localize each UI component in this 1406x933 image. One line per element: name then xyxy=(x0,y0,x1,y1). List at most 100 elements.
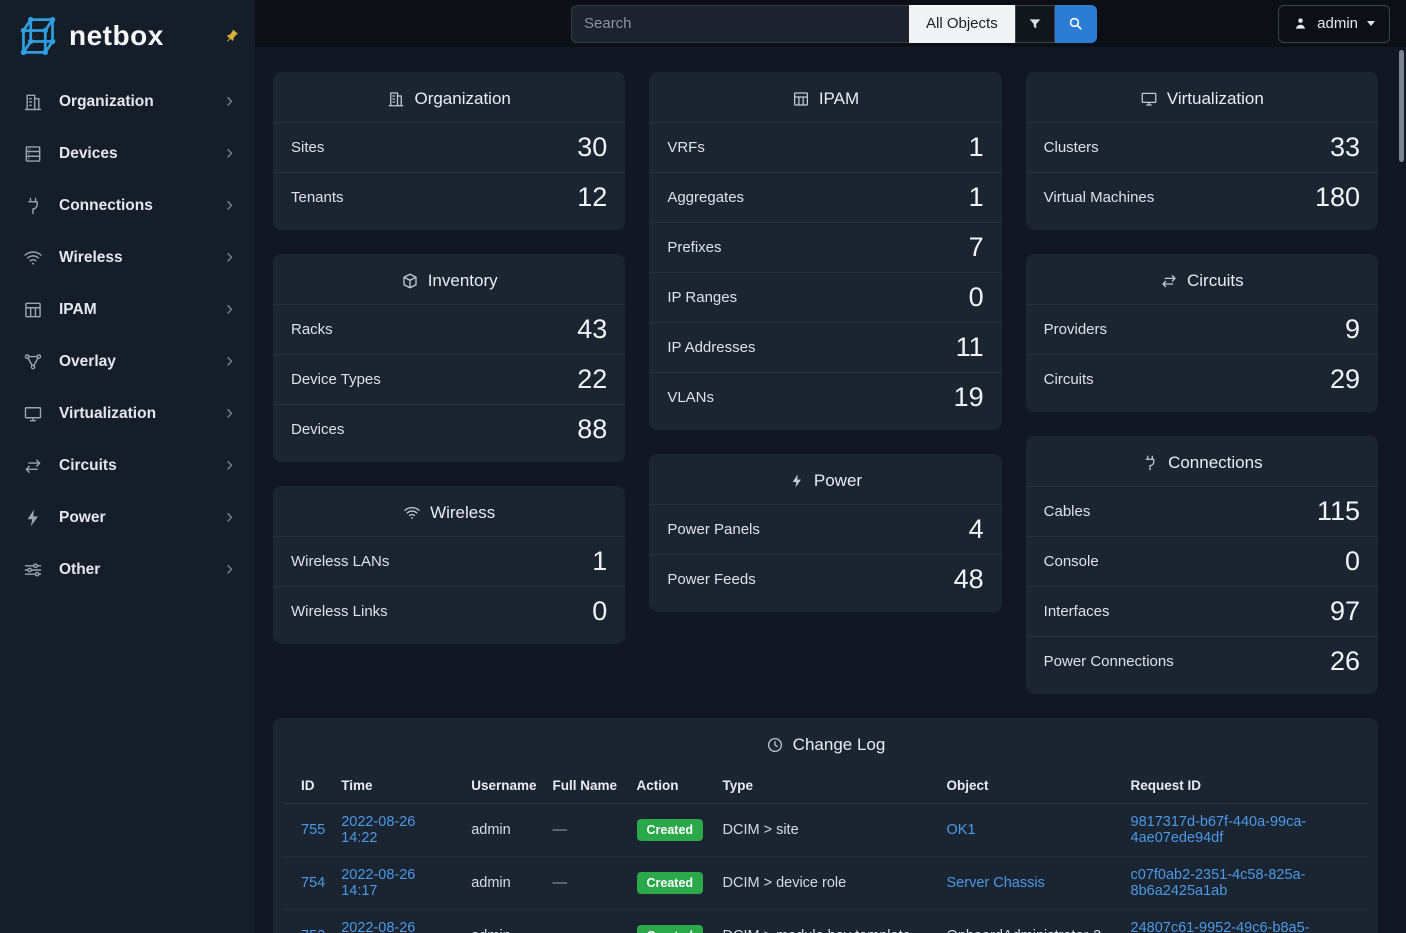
sidebar-item-organization[interactable]: Organization › xyxy=(10,76,245,128)
stat-row: Devices 88 xyxy=(273,404,625,454)
filter-button[interactable] xyxy=(1015,5,1055,43)
search-input[interactable] xyxy=(571,5,909,43)
user-name: admin xyxy=(1317,15,1358,32)
change-time-link[interactable]: 2022-08-26 14:17 xyxy=(341,867,415,899)
chevron-right-icon: › xyxy=(226,246,233,270)
stats-column-3: Virtualization Clusters 33 Virtual Machi… xyxy=(1026,72,1378,694)
sidebar-item-virtualization[interactable]: Virtualization › xyxy=(10,388,245,440)
stat-value[interactable]: 19 xyxy=(954,383,984,413)
sidebar-item-label: Organization xyxy=(59,93,211,111)
chevron-right-icon: › xyxy=(226,142,233,166)
sidebar-item-connections[interactable]: Connections › xyxy=(10,180,245,232)
user-menu-button[interactable]: admin xyxy=(1278,5,1390,43)
stat-value[interactable]: 12 xyxy=(577,183,607,213)
stat-value[interactable]: 22 xyxy=(577,365,607,395)
object-link[interactable]: OK1 xyxy=(947,822,976,838)
change-id-link[interactable]: 754 xyxy=(301,875,325,891)
col-time: Time xyxy=(333,768,463,804)
stat-value[interactable]: 1 xyxy=(969,183,984,213)
object-type-dropdown[interactable]: All Objects xyxy=(909,5,1015,43)
stat-value[interactable]: 0 xyxy=(969,283,984,313)
overlay-graph-icon xyxy=(22,352,44,372)
chevron-right-icon: › xyxy=(226,506,233,530)
sidebar-item-power[interactable]: Power › xyxy=(10,492,245,544)
stat-value[interactable]: 11 xyxy=(956,333,984,363)
chevron-right-icon: › xyxy=(226,298,233,322)
sidebar-item-overlay[interactable]: Overlay › xyxy=(10,336,245,388)
sidebar-item-label: Connections xyxy=(59,197,211,215)
cell-fullname: — xyxy=(545,910,629,933)
stats-grid: Organization Sites 30 Tenants 12 xyxy=(273,72,1378,694)
cell-type: DCIM > module bay template xyxy=(715,910,939,933)
stat-value[interactable]: 88 xyxy=(577,415,607,445)
change-time-link[interactable]: 2022-08-26 14:15 xyxy=(341,920,415,933)
stat-row: Power Panels 4 xyxy=(649,504,1001,554)
cable-icon xyxy=(1141,454,1159,472)
col-type: Type xyxy=(715,768,939,804)
stat-value[interactable]: 9 xyxy=(1345,315,1360,345)
sidebar-item-devices[interactable]: Devices › xyxy=(10,128,245,180)
stat-value[interactable]: 0 xyxy=(592,597,607,627)
changelog-table: ID Time Username Full Name Action Type O… xyxy=(283,768,1368,933)
search-icon xyxy=(1067,15,1084,32)
stat-value[interactable]: 7 xyxy=(969,233,984,263)
ipam-card: IPAM VRFs 1 Aggregates 1 Prefixes 7 xyxy=(649,72,1001,430)
request-id-link[interactable]: 24807c61-9952-49c6-b8a5-69760bfcc4b3 xyxy=(1131,920,1310,933)
stat-value[interactable]: 180 xyxy=(1315,183,1360,213)
stat-value[interactable]: 26 xyxy=(1330,647,1360,677)
app-root: netbox Organization › Devices › Connecti… xyxy=(0,0,1406,933)
stat-row: Console 0 xyxy=(1026,536,1378,586)
table-row: 754 2022-08-26 14:17 admin — Created DCI… xyxy=(283,857,1368,910)
stat-row: Cables 115 xyxy=(1026,486,1378,536)
history-icon xyxy=(766,736,784,754)
sidebar-menu: Organization › Devices › Connections › W… xyxy=(0,70,255,602)
stat-value[interactable]: 0 xyxy=(1345,547,1360,577)
object-link[interactable]: Server Chassis xyxy=(947,875,1045,891)
inventory-card: Inventory Racks 43 Device Types 22 Devic… xyxy=(273,254,625,462)
request-id-link[interactable]: c07f0ab2-2351-4c58-825a-8b6a2425a1ab xyxy=(1131,867,1306,899)
ipam-grid-icon xyxy=(792,90,810,108)
search-button[interactable] xyxy=(1055,5,1097,43)
stat-value[interactable]: 30 xyxy=(577,133,607,163)
stat-value[interactable]: 97 xyxy=(1330,597,1360,627)
cell-type: DCIM > site xyxy=(715,804,939,857)
brand-header: netbox xyxy=(0,0,255,70)
request-id-link[interactable]: 9817317d-b67f-440a-99ca-4ae07ede94df xyxy=(1131,814,1307,846)
sidebar-item-wireless[interactable]: Wireless › xyxy=(10,232,245,284)
change-time-link[interactable]: 2022-08-26 14:22 xyxy=(341,814,415,846)
stat-value[interactable]: 33 xyxy=(1330,133,1360,163)
stat-value[interactable]: 29 xyxy=(1330,365,1360,395)
card-title: Inventory xyxy=(273,254,625,304)
stat-value[interactable]: 1 xyxy=(969,133,984,163)
topbar: All Objects admin xyxy=(255,0,1406,47)
sidebar-item-other[interactable]: Other › xyxy=(10,544,245,596)
cable-icon xyxy=(22,196,44,216)
virtualization-card: Virtualization Clusters 33 Virtual Machi… xyxy=(1026,72,1378,230)
stat-value[interactable]: 115 xyxy=(1317,497,1360,527)
col-username: Username xyxy=(463,768,544,804)
stat-row: Clusters 33 xyxy=(1026,122,1378,172)
building-icon xyxy=(387,90,405,108)
sidebar-item-ipam[interactable]: IPAM › xyxy=(10,284,245,336)
stat-value[interactable]: 43 xyxy=(577,315,607,345)
stat-value[interactable]: 48 xyxy=(954,565,984,595)
chevron-right-icon: › xyxy=(226,90,233,114)
circuits-card: Circuits Providers 9 Circuits 29 xyxy=(1026,254,1378,412)
building-icon xyxy=(22,92,44,112)
chevron-right-icon: › xyxy=(226,558,233,582)
netbox-logo[interactable]: netbox xyxy=(16,16,164,56)
sidebar-item-circuits[interactable]: Circuits › xyxy=(10,440,245,492)
stat-value[interactable]: 1 xyxy=(592,547,607,577)
wifi-icon xyxy=(22,248,44,268)
col-action: Action xyxy=(629,768,715,804)
col-request-id: Request ID xyxy=(1123,768,1369,804)
change-id-link[interactable]: 755 xyxy=(301,822,325,838)
stat-row: Device Types 22 xyxy=(273,354,625,404)
stat-value[interactable]: 4 xyxy=(969,515,984,545)
box-icon xyxy=(401,272,419,290)
cell-type: DCIM > device role xyxy=(715,857,939,910)
organization-card: Organization Sites 30 Tenants 12 xyxy=(273,72,625,230)
pin-icon[interactable] xyxy=(221,25,242,46)
scrollbar-thumb[interactable] xyxy=(1399,50,1404,162)
change-id-link[interactable]: 753 xyxy=(301,928,325,933)
